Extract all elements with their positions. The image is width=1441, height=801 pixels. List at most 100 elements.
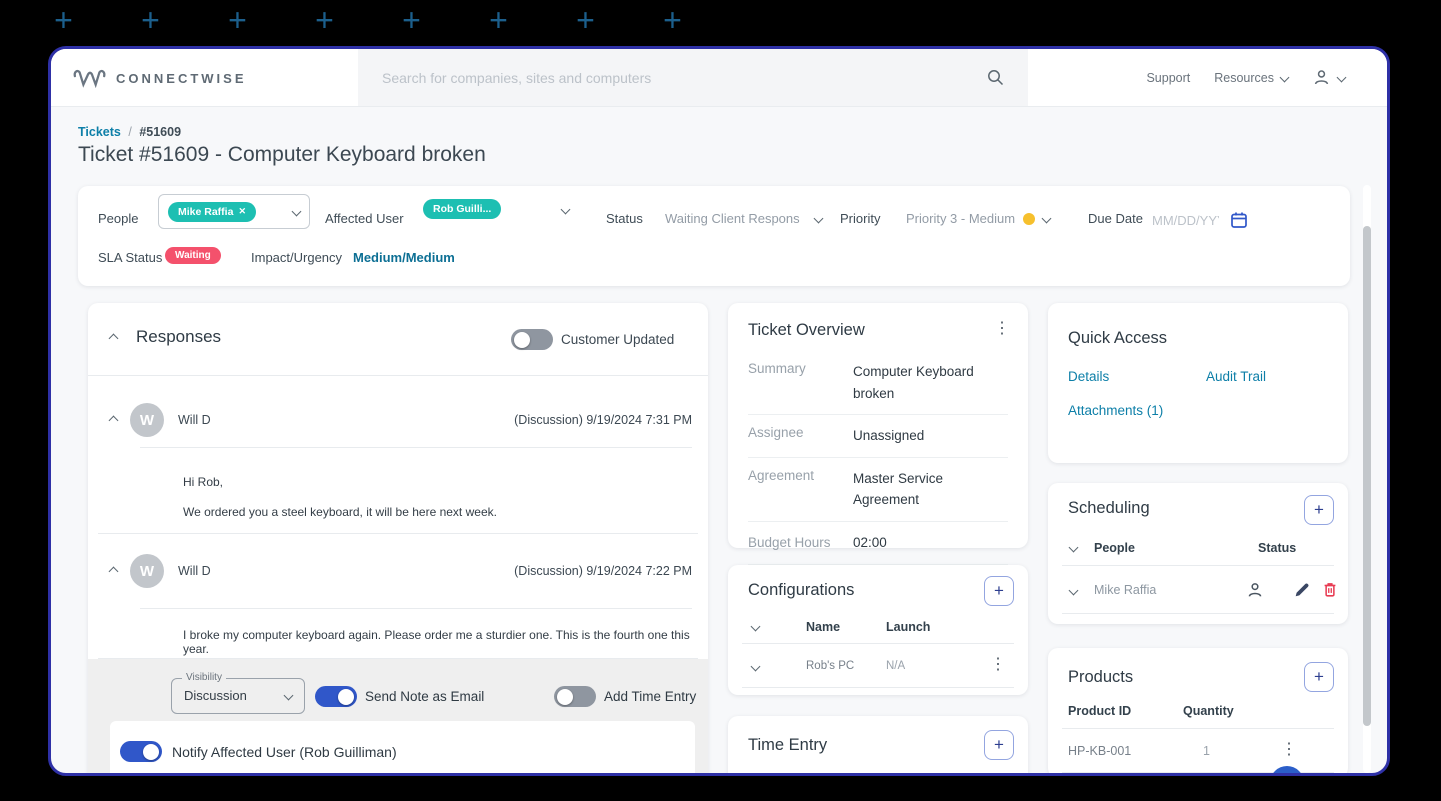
plus-decoration-icon: + [489,2,508,38]
products-card: Products + Product ID Quantity HP-KB-001… [1048,648,1348,773]
overview-row-label: Budget Hours [748,534,831,550]
add-configuration-button[interactable]: + [984,576,1014,606]
scheduling-people-header: People [1094,541,1135,555]
ticket-overview-title: Ticket Overview [748,321,865,339]
breadcrumb-tickets-link[interactable]: Tickets [78,125,121,139]
edit-pencil-icon[interactable] [1293,581,1311,599]
app-window: CONNECTWISE Search for companies, sites … [48,46,1390,776]
calendar-icon[interactable] [1229,210,1249,230]
toggle-knob [514,331,530,348]
configurations-title: Configurations [748,581,855,599]
search-placeholder: Search for companies, sites and computer… [382,69,652,86]
visibility-select[interactable]: Visibility Discussion [171,672,305,714]
page-scrollbar-thumb[interactable] [1363,226,1371,726]
add-time-entry-button[interactable]: + [984,730,1014,760]
send-note-as-email-toggle[interactable] [315,686,357,707]
time-entry-card: Time Entry + [728,716,1028,773]
priority-select[interactable]: Priority 3 - Medium [906,211,1052,226]
user-icon [1314,70,1329,85]
connectwise-owl-icon [73,69,106,88]
page-scrollbar-track[interactable] [1363,185,1371,773]
plus-decoration-icon: + [402,2,421,38]
account-menu[interactable] [1312,68,1347,87]
search-icon[interactable] [987,69,1004,86]
collapse-responses-icon[interactable] [108,333,119,344]
kebab-menu-icon[interactable]: ⋮ [990,657,1006,673]
status-value: Waiting Client Respons [665,211,800,226]
add-schedule-button[interactable]: + [1304,495,1334,525]
status-label: Status [606,211,643,226]
plus-decoration-icon: + [141,2,160,38]
delete-trash-icon[interactable] [1321,580,1339,599]
due-date-input[interactable]: MM/DD/YYYY [1152,210,1249,230]
compose-section: Visibility Discussion Send Note as Email… [88,659,708,776]
affected-user-select[interactable]: Rob Guilli... [423,199,571,219]
plus-decoration-icon: + [228,2,247,38]
audit-trail-link[interactable]: Audit Trail [1206,369,1266,384]
config-row-launch: N/A [886,660,906,672]
ticket-fields-card: People Mike Raffia ✕ Affected User Rob G… [78,186,1350,286]
plus-decoration-icon: + [54,2,73,38]
divider [742,687,1014,688]
attachments-link[interactable]: Attachments (1) [1068,403,1163,418]
affected-user-chip[interactable]: Rob Guilli... [423,199,502,219]
screenshot-stage: + + + + + + + + CONNECTWISE Search for c… [0,0,1441,801]
add-product-button[interactable]: + [1304,662,1334,692]
decorative-plus-row: + + + + + + + + [52,2,684,39]
customer-updated-toggle[interactable] [511,329,553,350]
notify-affected-user-toggle[interactable] [120,741,162,762]
assignee-icon[interactable] [1246,581,1264,599]
divider [88,375,708,376]
chip-remove-icon[interactable]: ✕ [238,206,246,217]
people-chip[interactable]: Mike Raffia ✕ [168,201,256,222]
logo-wordmark: CONNECTWISE [116,70,247,86]
breadcrumb-separator: / [128,125,132,139]
config-name-header: Name [806,620,841,634]
priority-label: Priority [840,211,881,226]
product-row-quantity: 1 [1203,744,1210,758]
details-link[interactable]: Details [1068,369,1109,384]
people-select[interactable]: Mike Raffia ✕ [158,194,310,229]
support-link[interactable]: Support [1146,71,1190,85]
config-row-name[interactable]: Rob's PC [806,660,854,672]
time-entry-title: Time Entry [748,736,828,754]
status-select[interactable]: Waiting Client Respons [665,211,827,226]
chevron-down-icon[interactable] [750,661,761,672]
add-time-entry-label: Add Time Entry [604,689,697,704]
people-chip-label: Mike Raffia [178,205,234,218]
kebab-menu-icon[interactable]: ⋮ [1281,742,1297,758]
priority-value: Priority 3 - Medium [906,211,1016,226]
connectwise-logo[interactable]: CONNECTWISE [73,49,247,107]
response-body-line: We ordered you a steel keyboard, it will… [183,505,497,519]
response-body-line: I broke my computer keyboard again. Plea… [183,628,690,656]
configurations-card: Configurations + Name Launch Rob's PC N/… [728,565,1028,695]
resources-label: Resources [1214,70,1274,85]
overview-row-value: Master Service Agreement [853,470,944,508]
chevron-down-icon[interactable] [1068,585,1079,596]
priority-dot-icon [1023,212,1036,225]
global-search-input[interactable]: Search for companies, sites and computer… [358,49,1028,106]
divider [140,447,692,448]
plus-decoration-icon: + [663,2,682,38]
add-time-entry-toggle[interactable] [554,686,596,707]
resources-menu[interactable]: Resources [1214,70,1290,85]
divider [98,533,698,534]
responses-card: Responses Customer Updated W Will D (Dis… [88,303,708,776]
note-text-input[interactable] [168,774,658,776]
topbar-right-menu: Support Resources [1146,49,1347,106]
chevron-down-icon[interactable] [750,621,761,632]
overview-row-label: Agreement [748,467,815,483]
impact-urgency-label: Impact/Urgency [251,250,343,265]
collapse-entry-icon[interactable] [108,566,119,577]
kebab-menu-icon[interactable]: ⋮ [994,321,1010,337]
affected-user-label: Affected User [325,211,404,226]
chevron-down-icon[interactable] [1068,542,1079,553]
scheduling-title: Scheduling [1068,499,1150,517]
quick-access-title: Quick Access [1068,329,1168,347]
response-author: Will D [178,564,211,578]
scheduling-row-person: Mike Raffia [1094,583,1157,597]
page-title: Ticket #51609 - Computer Keyboard broken [78,143,486,166]
collapse-entry-icon[interactable] [108,415,119,426]
chevron-down-icon [1279,72,1290,83]
chevron-down-icon [1336,72,1347,83]
